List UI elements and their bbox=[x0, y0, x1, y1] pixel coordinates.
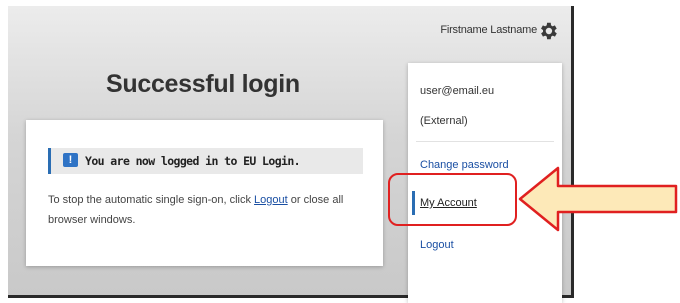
highlight-box bbox=[388, 173, 517, 226]
notice-text: You are now logged in to EU Login. bbox=[85, 154, 301, 168]
login-notice: ! You are now logged in to EU Login. bbox=[48, 148, 363, 174]
logout-link[interactable]: Logout bbox=[254, 194, 288, 206]
change-password-link[interactable]: Change password bbox=[420, 159, 509, 171]
gear-icon[interactable] bbox=[537, 20, 559, 42]
menu-divider bbox=[416, 141, 554, 142]
info-icon: ! bbox=[63, 153, 78, 167]
user-name[interactable]: Firstname Lastname bbox=[440, 24, 537, 36]
sso-message: To stop the automatic single sign-on, cl… bbox=[48, 190, 358, 230]
user-email: user@email.eu bbox=[420, 85, 495, 97]
pointer-arrow-icon bbox=[518, 166, 678, 232]
login-card: ! You are now logged in to EU Login. To … bbox=[26, 120, 383, 266]
browser-window: Firstname Lastname Successful login ! Yo… bbox=[8, 6, 574, 303]
message-prefix: To stop the automatic single sign-on, cl… bbox=[48, 194, 255, 206]
account-type: (External) bbox=[420, 115, 468, 127]
logout-menu-link[interactable]: Logout bbox=[420, 239, 454, 251]
page-title: Successful login bbox=[106, 70, 300, 98]
